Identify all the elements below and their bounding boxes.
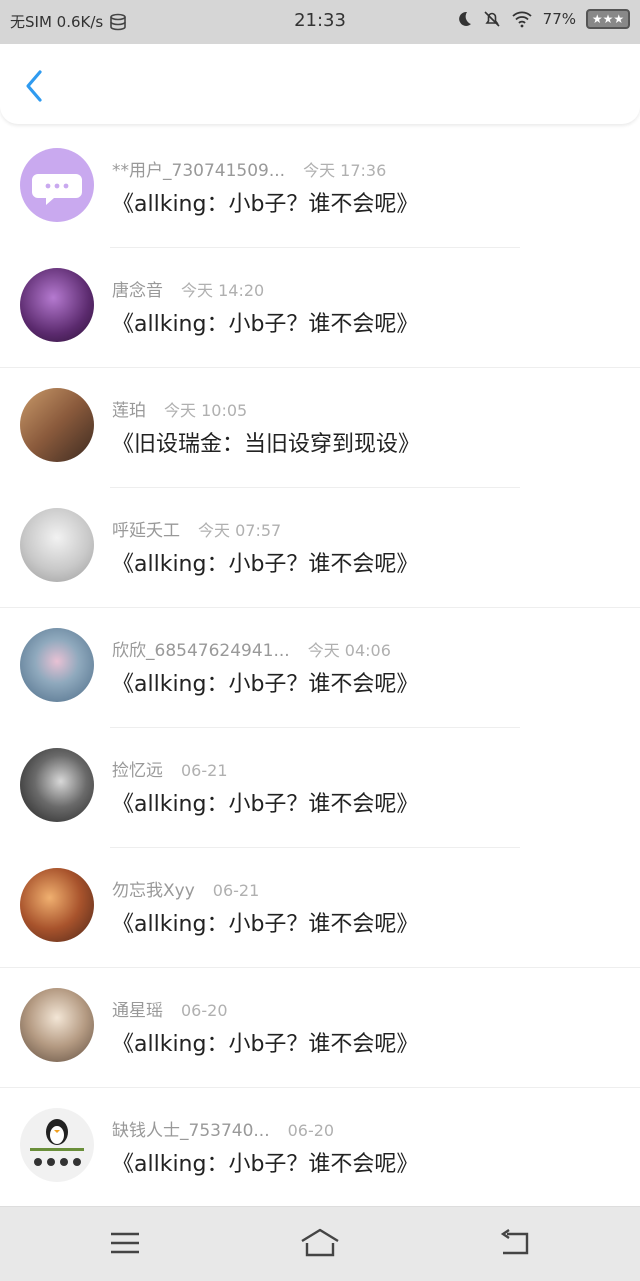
message-text: 《allking：小b子？谁不会呢》 [112,1152,419,1177]
list-item[interactable]: 唐念音 今天 14:20 《allking：小b子？谁不会呢》 [0,248,640,368]
moon-icon [458,11,471,26]
message-text: 《allking：小b子？谁不会呢》 [112,672,419,697]
message-time: 06-21 [212,881,260,900]
message-meta: 通星瑶 06-20 [112,996,228,1021]
top-bar [0,44,640,124]
avatar[interactable] [20,268,94,342]
list-item[interactable]: 捡忆远 06-21 《allking：小b子？谁不会呢》 [0,728,640,848]
mute-bell-icon [484,11,500,27]
list-item[interactable]: 欣欣_68547624941... 今天 04:06 《allking：小b子？谁… [0,608,640,728]
list-item[interactable]: 呼延夭工 今天 07:57 《allking：小b子？谁不会呢》 [0,488,640,608]
avatar[interactable] [20,748,94,822]
message-text: 《allking：小b子？谁不会呢》 [112,792,419,817]
user-name: 唐念音 [112,281,163,301]
status-bar: 无SIM 0.6K/s 21:33 77% ★★★ [0,0,640,44]
message-meta: 唐念音 今天 14:20 [112,276,264,301]
message-text: 《allking：小b子？谁不会呢》 [112,1032,419,1057]
message-time: 今天 14:20 [181,281,265,300]
message-text: 《allking：小b子？谁不会呢》 [112,312,419,337]
message-time: 06-20 [181,1001,228,1020]
wifi-icon [512,11,532,28]
message-time: 今天 17:36 [303,161,387,180]
back-arrow-icon[interactable] [495,1225,535,1261]
message-meta: 捡忆远 06-21 [112,756,228,781]
avatar[interactable] [20,388,94,462]
battery-icon: ★★★ [586,9,630,29]
avatar[interactable] [20,628,94,702]
battery-percent: 77% [542,10,576,28]
message-text: 《allking：小b子？谁不会呢》 [112,552,419,577]
message-text: 《allking：小b子？谁不会呢》 [112,192,419,217]
message-text: 《allking：小b子？谁不会呢》 [112,912,419,937]
message-time: 06-20 [287,1121,335,1140]
user-name: 莲珀 [112,401,146,421]
message-meta: 莲珀 今天 10:05 [112,396,247,421]
home-icon[interactable] [298,1225,342,1261]
list-item[interactable]: 勿忘我Xyy 06-21 《allking：小b子？谁不会呢》 [0,848,640,968]
avatar[interactable] [20,1108,94,1182]
system-nav-bar [0,1206,640,1281]
menu-icon[interactable] [105,1225,145,1261]
user-name: 捡忆远 [112,761,163,781]
list-item[interactable]: **用户_730741509... 今天 17:36 《allking：小b子？谁… [0,128,640,248]
list-item[interactable]: 通星瑶 06-20 《allking：小b子？谁不会呢》 [0,968,640,1088]
message-meta: 勿忘我Xyy 06-21 [112,876,259,901]
chat-bubble-icon [32,174,82,205]
message-time: 今天 10:05 [164,401,248,420]
message-time: 今天 04:06 [307,641,391,660]
list-item[interactable]: 莲珀 今天 10:05 《旧设瑞金：当旧设穿到现设》 [0,368,640,488]
message-meta: 缺钱人士_753740... 06-20 [112,1116,334,1141]
penguin-icon [30,1119,84,1166]
user-name: 通星瑶 [112,1001,163,1021]
message-text: 《旧设瑞金：当旧设穿到现设》 [112,432,421,457]
list-item[interactable]: 缺钱人士_753740... 06-20 《allking：小b子？谁不会呢》 [0,1088,640,1208]
user-name: 缺钱人士_753740... [112,1121,270,1141]
avatar[interactable] [20,988,94,1062]
message-meta: 呼延夭工 今天 07:57 [112,516,281,541]
avatar[interactable] [20,508,94,582]
message-list: **用户_730741509... 今天 17:36 《allking：小b子？谁… [0,128,640,1208]
message-time: 今天 07:57 [198,521,282,540]
avatar[interactable] [20,868,94,942]
user-name: **用户_730741509... [112,161,286,181]
avatar[interactable] [20,148,94,222]
message-meta: **用户_730741509... 今天 17:36 [112,156,386,181]
user-name: 勿忘我Xyy [112,881,195,901]
user-name: 欣欣_68547624941... [112,641,290,661]
message-meta: 欣欣_68547624941... 今天 04:06 [112,636,391,661]
user-name: 呼延夭工 [112,521,180,541]
status-right: 77% ★★★ [455,9,630,29]
message-time: 06-21 [181,761,228,780]
chevron-left-icon[interactable] [20,68,50,104]
